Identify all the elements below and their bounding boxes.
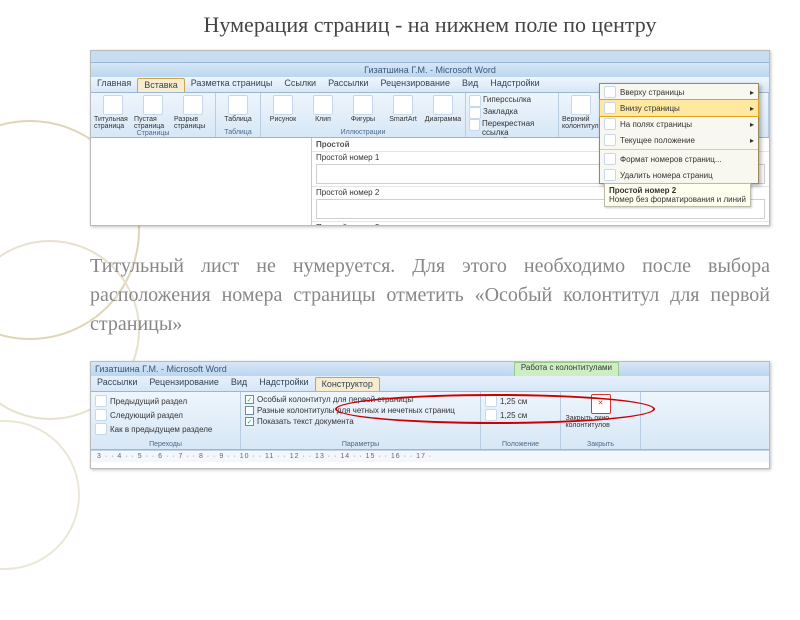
next-section-icon (95, 409, 107, 421)
tab-constructor[interactable]: Конструктор (315, 377, 380, 391)
explanatory-text: Титульный лист не нумеруется. Для этого … (90, 252, 770, 339)
menu-item-margins[interactable]: На полях страницы▸ (600, 116, 758, 132)
menu-item-remove[interactable]: Удалить номера страниц (600, 167, 758, 183)
word-screenshot-insert-page-number: Гизатшина Г.М. - Microsoft Word Главная … (90, 50, 770, 226)
gallery-item[interactable]: Простой номер 3 (312, 221, 769, 226)
contextual-tab-header: Работа с колонтитулами (514, 362, 619, 376)
slide-title: Нумерация страниц - на нижнем поле по це… (90, 12, 770, 38)
tab-insert[interactable]: Вставка (137, 78, 184, 92)
tab-home[interactable]: Главная (91, 77, 137, 92)
header-button[interactable]: Верхний колонтитул (562, 95, 600, 132)
page-icon (604, 118, 616, 130)
ruler: 3 · · 4 · · 5 · · 6 · · 7 · · 8 · · 9 · … (91, 450, 769, 462)
arrow-icon (604, 102, 616, 114)
hyperlink-icon (469, 95, 481, 107)
tab-addins[interactable]: Надстройки (484, 77, 545, 92)
menu-item-top[interactable]: Вверху страницы▸ (600, 84, 758, 100)
delete-icon (604, 169, 616, 181)
checkbox-show-doc[interactable] (245, 417, 254, 426)
tooltip: Простой номер 2 Номер без форматирования… (604, 183, 751, 207)
arrow-icon (604, 86, 616, 98)
tab-layout[interactable]: Разметка страницы (185, 77, 279, 92)
group-illustrations: Рисунок Клип Фигуры SmartArt Диаграмма И… (261, 93, 466, 137)
crossref-icon (469, 119, 480, 131)
annotation-ellipse (335, 394, 655, 424)
page-number-dropdown: Вверху страницы▸ Внизу страницы▸ На поля… (599, 83, 759, 184)
group-pages: Титульная страница Пустая страница Разры… (91, 93, 216, 137)
bookmark-icon (469, 107, 481, 119)
format-icon (604, 153, 616, 165)
link-prev-icon (95, 423, 107, 435)
tab-mailings[interactable]: Рассылки (322, 77, 374, 92)
window-title: Гизатшина Г.М. - Microsoft Word (91, 63, 769, 77)
menu-item-current[interactable]: Текущее положение▸ (600, 132, 758, 148)
ribbon-tabs-2: Рассылки Рецензирование Вид Надстройки К… (91, 376, 769, 392)
cover-page-button[interactable]: Титульная страница (94, 95, 132, 130)
checkbox-first-page[interactable] (245, 395, 254, 404)
checkbox-odd-even[interactable] (245, 406, 254, 415)
blank-page-button[interactable]: Пустая страница (134, 95, 172, 130)
prev-section-icon (95, 395, 107, 407)
window-title-2: Гизатшина Г.М. - Microsoft Word (91, 362, 514, 376)
group-links: Гиперссылка Закладка Перекрестная ссылка… (466, 93, 559, 137)
menu-item-bottom[interactable]: Внизу страницы▸ (599, 99, 759, 117)
word-screenshot-header-footer-options: Гизатшина Г.М. - Microsoft Word Работа с… (90, 361, 770, 469)
table-button[interactable]: Таблица (219, 95, 257, 123)
group-navigation: Предыдущий раздел Следующий раздел Как в… (91, 392, 241, 449)
tab-review[interactable]: Рецензирование (374, 77, 456, 92)
ribbon-2: Предыдущий раздел Следующий раздел Как в… (91, 392, 769, 450)
menu-item-format[interactable]: Формат номеров страниц... (600, 151, 758, 167)
group-tables: Таблица Таблица (216, 93, 261, 137)
tab-references[interactable]: Ссылки (278, 77, 322, 92)
tab-view[interactable]: Вид (456, 77, 484, 92)
cursor-icon (604, 134, 616, 146)
page-break-button[interactable]: Разрыв страницы (174, 95, 212, 130)
